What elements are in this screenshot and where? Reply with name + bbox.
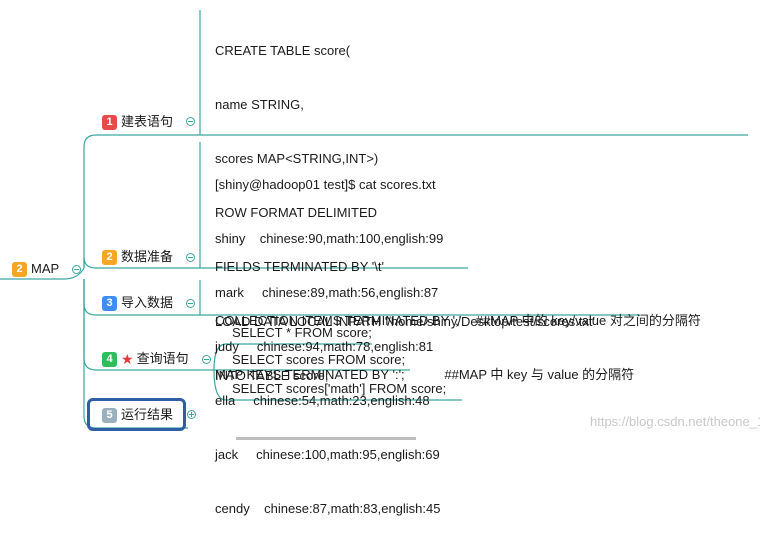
root-number-badge: 2 [12, 261, 27, 277]
branch-4-number-badge: 4 [102, 351, 117, 367]
code-line: name STRING, [215, 97, 304, 112]
branch-5-expand-icon[interactable] [187, 410, 196, 419]
branch-2-label: 数据准备 [121, 249, 174, 264]
code-line: [shiny@hadoop01 test]$ cat scores.txt [215, 177, 436, 192]
branch-1-label: 建表语句 [121, 114, 174, 129]
branch-5-number-badge: 5 [102, 407, 117, 423]
branch-2-number-badge: 2 [102, 249, 117, 265]
query-select-scores[interactable]: SELECT scores FROM score; [232, 351, 405, 369]
branch-4-label: 查询语句 [136, 351, 189, 366]
code-line: shiny chinese:90,math:100,english:99 [215, 231, 444, 246]
branch-create-table[interactable]: 1 建表语句 [102, 113, 173, 131]
branch-4-collapse-icon[interactable] [202, 355, 211, 364]
branch-load-data[interactable]: 3 导入数据 [102, 294, 173, 312]
root-label: MAP [31, 261, 60, 276]
query-select-math[interactable]: SELECT scores['math'] FROM score; [232, 380, 446, 398]
branch-3-number-badge: 3 [102, 295, 117, 311]
branch-query[interactable]: 4 ★ 查询语句 [102, 350, 189, 368]
branch-3-label: 导入数据 [121, 295, 174, 310]
branch-5-label: 运行结果 [121, 407, 174, 422]
root-collapse-icon[interactable] [72, 265, 81, 274]
branch-1-collapse-icon[interactable] [186, 117, 195, 126]
query-select-all[interactable]: SELECT * FROM score; [232, 324, 372, 342]
branch-3-collapse-icon[interactable] [186, 299, 195, 308]
branch-1-number-badge: 1 [102, 114, 117, 130]
star-icon: ★ [121, 351, 134, 367]
branch-run-result[interactable]: 5 运行结果 [102, 406, 173, 424]
code-line: CREATE TABLE score( [215, 43, 351, 58]
root-node[interactable]: 2 MAP [12, 260, 59, 278]
code-line: jack chinese:100,math:95,english:69 [215, 447, 440, 462]
code-line: cendy chinese:87,math:83,english:45 [215, 501, 441, 516]
watermark: https://blog.csdn.net/theone_1 [590, 414, 760, 429]
branch-data-prep[interactable]: 2 数据准备 [102, 248, 173, 266]
branch-2-collapse-icon[interactable] [186, 253, 195, 262]
